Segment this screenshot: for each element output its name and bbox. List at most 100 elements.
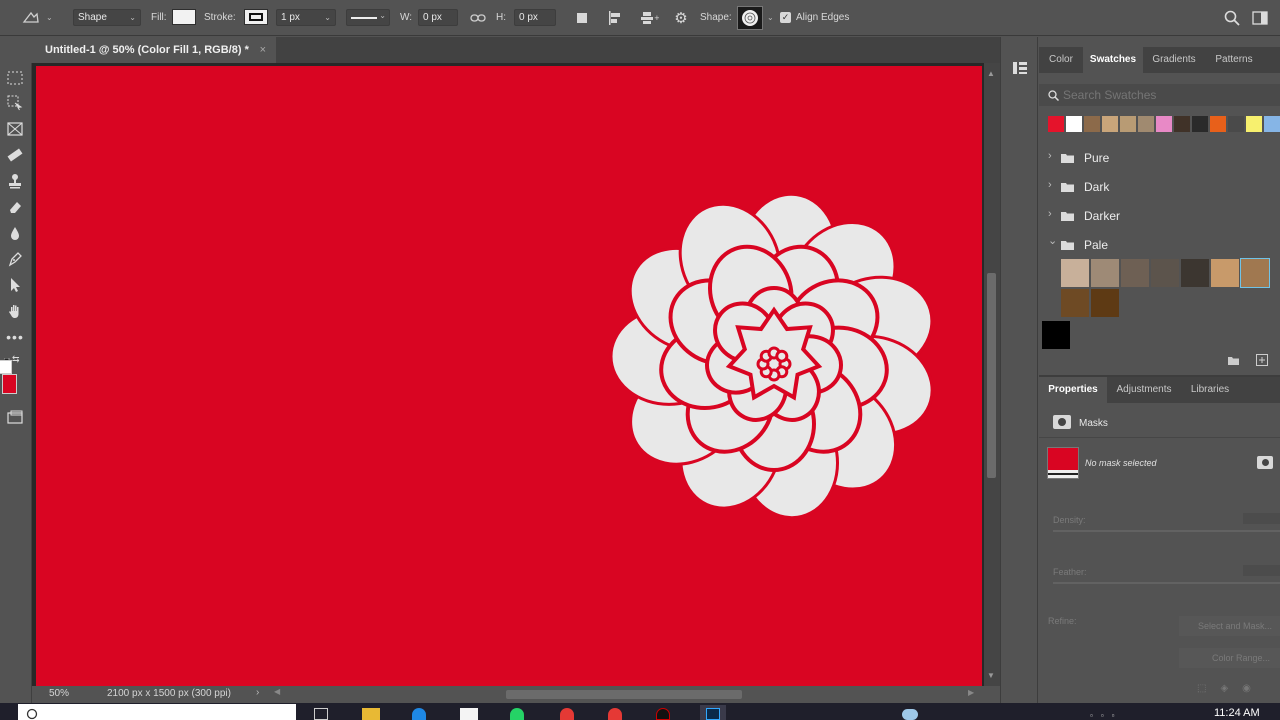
path-operations-icon[interactable] xyxy=(574,10,590,26)
app-icon-1[interactable] xyxy=(460,708,478,720)
chevron-down-icon[interactable]: ⌄ xyxy=(1048,234,1057,247)
recent-swatch[interactable] xyxy=(1246,116,1262,132)
layer-mask-thumbnail[interactable] xyxy=(1047,447,1079,479)
height-input[interactable]: 0 px xyxy=(514,9,556,26)
gear-icon[interactable]: ⚙ xyxy=(672,9,690,27)
foreground-color-swatch[interactable] xyxy=(2,374,17,394)
stroke-type-select[interactable]: ⌄ xyxy=(346,9,390,26)
path-alignment-icon[interactable] xyxy=(606,9,624,27)
shape-tool-preset-icon[interactable] xyxy=(20,8,42,28)
recent-swatch[interactable] xyxy=(1264,116,1280,132)
more-tools-icon[interactable]: ••• xyxy=(6,328,24,346)
add-pixel-mask-icon[interactable] xyxy=(1257,456,1273,469)
close-tab-icon[interactable]: × xyxy=(260,37,266,63)
swatch-search-input[interactable] xyxy=(1063,86,1263,104)
frame-tool-icon[interactable] xyxy=(6,120,24,138)
photoshop-taskbar-button[interactable] xyxy=(700,705,726,720)
scroll-right-icon[interactable]: ▶ xyxy=(968,688,974,697)
swatch-group-darker[interactable]: › Darker xyxy=(1039,202,1280,230)
edge-icon[interactable] xyxy=(412,708,426,720)
link-icon[interactable] xyxy=(468,10,488,26)
recent-swatch[interactable] xyxy=(1192,116,1208,132)
recent-swatch[interactable] xyxy=(1174,116,1190,132)
width-input[interactable]: 0 px xyxy=(418,9,458,26)
background-color-swatch[interactable] xyxy=(0,360,12,374)
swatch-group-dark[interactable]: › Dark xyxy=(1039,173,1280,201)
workspace-icon[interactable] xyxy=(1250,9,1270,27)
swatch-group-pale[interactable]: ⌄ Pale xyxy=(1039,231,1280,259)
vertical-scroll-thumb[interactable] xyxy=(987,273,996,478)
chrome-profile-icon[interactable] xyxy=(608,708,622,720)
recent-swatch[interactable] xyxy=(1156,116,1172,132)
marquee-tool-icon[interactable] xyxy=(6,69,24,87)
tab-properties[interactable]: Properties xyxy=(1039,377,1107,403)
document-tab[interactable]: Untitled-1 @ 50% (Color Fill 1, RGB/8) *… xyxy=(36,37,276,63)
hand-tool-icon[interactable] xyxy=(6,302,24,320)
scroll-down-icon[interactable]: ▼ xyxy=(987,671,995,680)
system-tray-icons[interactable]: ▫▫▫ xyxy=(1090,711,1150,720)
pale-swatch[interactable] xyxy=(1121,259,1149,287)
whatsapp-icon[interactable] xyxy=(510,708,524,720)
search-icon[interactable] xyxy=(1222,9,1242,27)
pale-swatch[interactable] xyxy=(1061,289,1089,317)
horizontal-scroll-thumb[interactable] xyxy=(506,690,742,699)
scroll-left-icon[interactable]: ◀ xyxy=(274,687,280,696)
document-canvas[interactable] xyxy=(36,66,982,686)
chevron-right-icon[interactable]: › xyxy=(1048,208,1052,220)
vertical-scrollbar[interactable]: ▲ ▼ xyxy=(984,63,1000,686)
clock-time[interactable]: 11:24 AM xyxy=(1214,707,1260,719)
stroke-swatch[interactable] xyxy=(244,9,268,25)
file-explorer-icon[interactable] xyxy=(362,708,380,720)
tab-patterns[interactable]: Patterns xyxy=(1205,47,1263,73)
pale-swatch[interactable] xyxy=(1091,289,1119,317)
screen-mode-icon[interactable] xyxy=(6,408,24,426)
recent-swatch[interactable] xyxy=(1120,116,1136,132)
blur-tool-icon[interactable] xyxy=(6,224,24,242)
taskbar-search-box[interactable] xyxy=(18,704,296,720)
flower-shape[interactable] xyxy=(36,66,982,686)
media-app-icon[interactable] xyxy=(656,708,670,720)
path-arrangement-icon[interactable]: + xyxy=(638,9,660,27)
tab-color[interactable]: Color xyxy=(1039,47,1083,73)
document-info[interactable]: 2100 px x 1500 px (300 ppi) xyxy=(107,688,231,699)
status-menu-icon[interactable]: › xyxy=(256,687,259,698)
stroke-width-input[interactable]: 1 px ⌄ xyxy=(276,9,336,26)
path-selection-tool-icon[interactable] xyxy=(6,276,24,294)
task-view-icon[interactable] xyxy=(314,708,328,720)
history-panel-icon[interactable] xyxy=(1011,59,1029,77)
new-group-icon[interactable] xyxy=(1225,353,1241,367)
black-swatch[interactable] xyxy=(1042,321,1070,349)
pen-tool-icon[interactable] xyxy=(6,250,24,268)
recent-swatch[interactable] xyxy=(1138,116,1154,132)
chrome-icon[interactable] xyxy=(560,708,574,720)
pale-swatch[interactable] xyxy=(1211,259,1239,287)
zoom-level[interactable]: 50% xyxy=(49,688,69,699)
pale-swatch[interactable] xyxy=(1151,259,1179,287)
swap-colors-icon[interactable]: ⇆ xyxy=(12,354,20,365)
new-swatch-icon[interactable] xyxy=(1254,353,1270,367)
tool-mode-select[interactable]: Shape ⌄ xyxy=(73,9,141,26)
pale-swatch[interactable] xyxy=(1061,259,1089,287)
recent-swatch[interactable] xyxy=(1066,116,1082,132)
swatch-search-bar[interactable] xyxy=(1039,84,1280,106)
swatch-group-pure[interactable]: › Pure xyxy=(1039,144,1280,172)
chevron-right-icon[interactable]: › xyxy=(1048,150,1052,162)
pale-swatch[interactable] xyxy=(1181,259,1209,287)
tab-libraries[interactable]: Libraries xyxy=(1181,377,1239,403)
tab-gradients[interactable]: Gradients xyxy=(1143,47,1205,73)
scroll-up-icon[interactable]: ▲ xyxy=(987,69,995,78)
recent-swatch[interactable] xyxy=(1228,116,1244,132)
tab-adjustments[interactable]: Adjustments xyxy=(1107,377,1181,403)
eraser-tool-icon[interactable] xyxy=(6,198,24,216)
stamp-tool-icon[interactable] xyxy=(6,172,24,190)
ruler-tool-icon[interactable] xyxy=(6,146,24,164)
crop-select-tool-icon[interactable] xyxy=(6,94,24,112)
recent-swatch[interactable] xyxy=(1084,116,1100,132)
recent-swatch[interactable] xyxy=(1210,116,1226,132)
align-edges-checkbox[interactable]: ✓ xyxy=(780,12,791,23)
pale-swatch[interactable] xyxy=(1240,258,1270,288)
pale-swatch[interactable] xyxy=(1091,259,1119,287)
weather-icon[interactable] xyxy=(902,709,918,720)
shape-picker[interactable] xyxy=(737,6,763,30)
fill-swatch[interactable] xyxy=(172,9,196,25)
